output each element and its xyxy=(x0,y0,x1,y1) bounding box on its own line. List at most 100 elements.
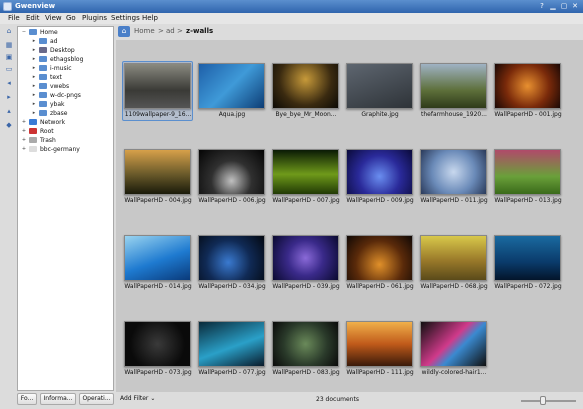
expand-icon[interactable]: ▸ xyxy=(31,73,37,82)
menu-view[interactable]: View xyxy=(45,14,62,22)
thumbnail-item[interactable]: WallPaperHD - 004.jpg xyxy=(122,140,194,220)
thumbnail-image[interactable] xyxy=(272,321,339,367)
thumbnail-image[interactable] xyxy=(346,235,413,281)
thumbnail-item[interactable]: WallPaperHD - 034.jpg xyxy=(196,226,268,306)
thumbnail-image[interactable] xyxy=(420,149,487,195)
thumbnail-item[interactable]: WallPaperHD - 011.jpg xyxy=(418,140,490,220)
thumbnail-image[interactable] xyxy=(494,63,561,109)
crumb-ad[interactable]: ad xyxy=(166,27,175,35)
tree-item[interactable]: ▸ vwebs xyxy=(18,82,113,91)
thumbnail-item[interactable]: WallPaperHD - 083.jpg xyxy=(270,312,342,392)
thumbnail-item[interactable]: Graphite.jpg xyxy=(344,54,416,134)
slider-handle[interactable] xyxy=(540,396,546,405)
menu-plugins[interactable]: Plugins xyxy=(82,14,107,22)
thumbnail-image[interactable] xyxy=(198,235,265,281)
help-window-button[interactable]: ? xyxy=(537,2,547,11)
expand-icon[interactable]: + xyxy=(21,118,27,127)
thumbnail-item[interactable]: Aqua.jpg xyxy=(196,54,268,134)
home-icon[interactable]: ⌂ xyxy=(118,26,130,37)
tree-item[interactable]: + Root xyxy=(18,127,113,136)
tree-item[interactable]: ▸ text xyxy=(18,73,113,82)
thumbnail-image[interactable] xyxy=(346,63,413,109)
thumbnail-image[interactable] xyxy=(124,63,191,109)
thumbnail-item[interactable]: Bye_bye_Mr_Moon... xyxy=(270,54,342,134)
tree-item[interactable]: − Home xyxy=(18,28,113,37)
menu-settings[interactable]: Settings xyxy=(111,14,140,22)
expand-icon[interactable]: − xyxy=(21,28,27,37)
tree-item[interactable]: ▸ ethagsblog xyxy=(18,55,113,64)
close-button[interactable]: ✕ xyxy=(570,2,580,11)
thumbnail-item[interactable]: WallPaperHD - 068.jpg xyxy=(418,226,490,306)
thumbnail-item[interactable]: wildly-colored-hair1... xyxy=(418,312,490,392)
expand-icon[interactable]: ▸ xyxy=(31,64,37,73)
thumbnail-item[interactable]: WallPaperHD - 073.jpg xyxy=(122,312,194,392)
expand-icon[interactable]: ▸ xyxy=(31,82,37,91)
expand-icon[interactable]: ▸ xyxy=(31,91,37,100)
operations-panel-button[interactable]: Operati... xyxy=(79,393,114,405)
forward-icon[interactable]: ▸ xyxy=(3,92,15,103)
thumbnail-item[interactable]: WallPaperHD - 039.jpg xyxy=(270,226,342,306)
thumbnail-image[interactable] xyxy=(272,235,339,281)
thumbnail-image[interactable] xyxy=(420,63,487,109)
menu-file[interactable]: File xyxy=(8,14,20,22)
thumbnail-image[interactable] xyxy=(198,149,265,195)
thumbnail-view[interactable]: 1109wallpaper-9_16... Aqua.jpg Bye_bye_Mr_… xyxy=(116,40,583,392)
menu-help[interactable]: Help xyxy=(142,14,158,22)
expand-icon[interactable]: + xyxy=(21,145,27,154)
thumbnail-image[interactable] xyxy=(494,235,561,281)
information-panel-button[interactable]: Informa... xyxy=(40,393,76,405)
thumbnail-image[interactable] xyxy=(198,321,265,367)
tree-item[interactable]: + bbc-germany xyxy=(18,145,113,154)
maximize-button[interactable]: ▢ xyxy=(559,2,569,11)
thumbnail-image[interactable] xyxy=(124,321,191,367)
crumb-current-folder[interactable]: z-walls xyxy=(186,27,213,35)
thumbnail-image[interactable] xyxy=(420,235,487,281)
thumbnail-item[interactable]: WallPaperHD - 014.jpg xyxy=(122,226,194,306)
expand-icon[interactable]: + xyxy=(21,136,27,145)
expand-icon[interactable]: ▸ xyxy=(31,46,37,55)
thumbnail-image[interactable] xyxy=(346,321,413,367)
minimize-button[interactable]: ▁ xyxy=(548,2,558,11)
thumbnail-item[interactable]: thefarmhouse_1920... xyxy=(418,54,490,134)
tree-item[interactable]: ▸ w-dc-pngs xyxy=(18,91,113,100)
tree-item[interactable]: + Trash xyxy=(18,136,113,145)
thumbnail-item[interactable]: WallPaperHD - 001.jpg xyxy=(492,54,564,134)
tree-item[interactable]: ▸ ad xyxy=(18,37,113,46)
up-icon[interactable]: ▴ xyxy=(3,106,15,117)
thumbnail-image[interactable] xyxy=(346,149,413,195)
thumbnail-item[interactable]: WallPaperHD - 013.jpg xyxy=(492,140,564,220)
expand-icon[interactable]: + xyxy=(21,127,27,136)
thumbnail-image[interactable] xyxy=(124,149,191,195)
thumbnail-image[interactable] xyxy=(494,149,561,195)
thumbnail-item[interactable]: WallPaperHD - 072.jpg xyxy=(492,226,564,306)
thumbnail-item[interactable]: WallPaperHD - 006.jpg xyxy=(196,140,268,220)
home-icon[interactable]: ⌂ xyxy=(3,26,15,37)
expand-icon[interactable]: ▸ xyxy=(31,109,37,118)
tag-icon[interactable]: ◆ xyxy=(3,120,15,131)
crumb-home[interactable]: Home xyxy=(134,27,155,35)
thumbnail-image[interactable] xyxy=(198,63,265,109)
expand-icon[interactable]: ▸ xyxy=(31,37,37,46)
thumbnail-item[interactable]: WallPaperHD - 111.jpg xyxy=(344,312,416,392)
expand-icon[interactable]: ▸ xyxy=(31,55,37,64)
thumbnail-item[interactable]: WallPaperHD - 061.jpg xyxy=(344,226,416,306)
folder-tree[interactable]: − Home ▸ ad ▸ Desktop ▸ ethagsblog ▸ i-music ▸ text… xyxy=(17,26,114,391)
thumbnail-image[interactable] xyxy=(272,63,339,109)
image-icon[interactable]: ▣ xyxy=(3,52,15,63)
thumbnail-item[interactable]: 1109wallpaper-9_16... xyxy=(122,54,194,134)
thumbnail-item[interactable]: WallPaperHD - 077.jpg xyxy=(196,312,268,392)
thumbnail-item[interactable]: WallPaperHD - 007.jpg xyxy=(270,140,342,220)
tree-item[interactable]: ▸ i-music xyxy=(18,64,113,73)
folder-icon[interactable]: ▭ xyxy=(3,64,15,75)
thumbnail-image[interactable] xyxy=(420,321,487,367)
tree-item[interactable]: ▸ ybak xyxy=(18,100,113,109)
tree-item[interactable]: ▸ Desktop xyxy=(18,46,113,55)
tree-item[interactable]: ▸ zbase xyxy=(18,109,113,118)
thumbnail-item[interactable]: WallPaperHD - 009.jpg xyxy=(344,140,416,220)
folders-panel-button[interactable]: Fo... xyxy=(17,393,37,405)
thumbnail-image[interactable] xyxy=(272,149,339,195)
grid-icon[interactable]: ▦ xyxy=(3,40,15,51)
back-icon[interactable]: ◂ xyxy=(3,78,15,89)
expand-icon[interactable]: ▸ xyxy=(31,100,37,109)
thumbnail-image[interactable] xyxy=(124,235,191,281)
